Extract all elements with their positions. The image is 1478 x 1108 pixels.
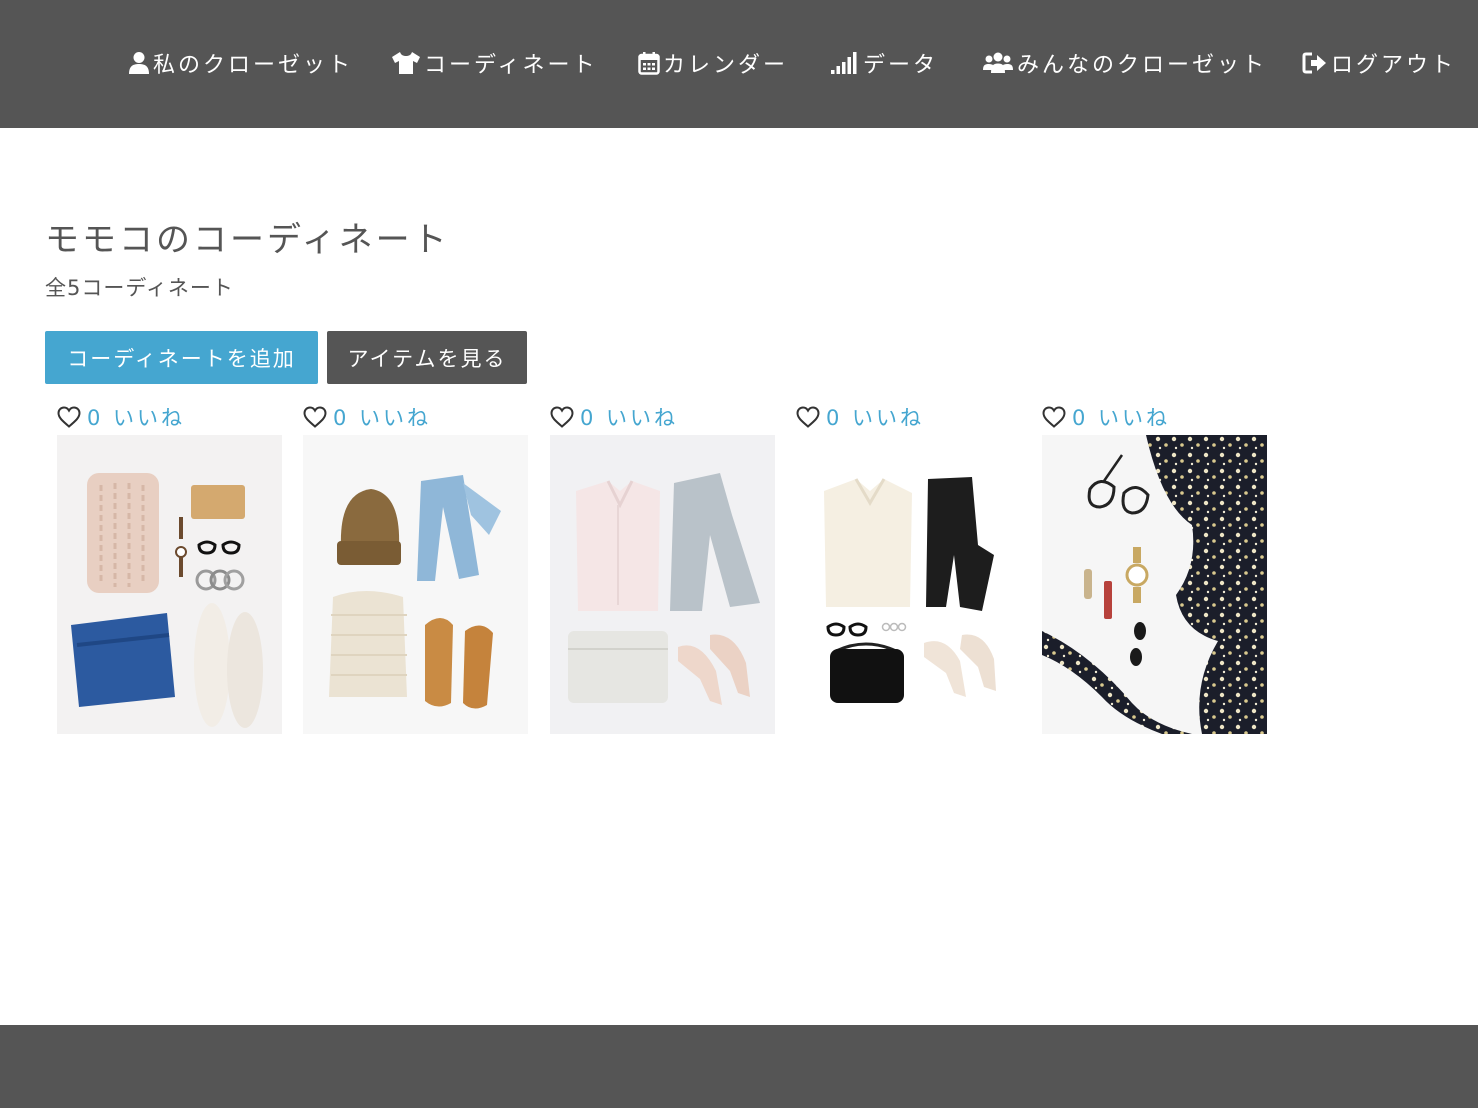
nav-everyone-closet-label: みんなのクローゼット [1017,53,1268,78]
heart-outline-icon[interactable] [550,406,574,428]
nav-data-label: データ [863,53,939,78]
nav-calendar-label: カレンダー [663,53,789,78]
nav-logout-label: ログアウト [1331,53,1457,78]
nav-logout[interactable]: ログアウト [1302,46,1456,80]
like-count[interactable]: 0 いいね [826,402,924,432]
nav-my-closet-label: 私のクローゼット [153,53,354,78]
footer [0,1025,1478,1108]
calendar-icon [638,52,660,75]
outfit-card: 0 いいね [550,402,775,734]
nav-everyone-closet[interactable]: みんなのクローゼット [982,46,1267,80]
like-row: 0 いいね [550,402,678,432]
like-row: 0 いいね [796,402,924,432]
outfit-card: 0 いいね [1042,402,1267,734]
add-coordinate-button[interactable]: コーディネートを追加 [45,331,318,384]
top-navbar: 私のクローゼット コーディネート カレンダー データ みんなのクローゼット ログ… [0,0,1478,128]
nav-my-closet[interactable]: 私のクローゼット [128,46,353,80]
nav-coordinate[interactable]: コーディネート [391,46,597,80]
outfit-photo[interactable] [796,435,1021,734]
nav-coordinate-label: コーディネート [424,53,598,78]
outfit-photo[interactable] [57,435,282,734]
coordinate-count: 全5コーディネート [45,276,234,300]
signal-bars-icon [831,52,857,74]
like-count[interactable]: 0 いいね [580,402,678,432]
users-icon [983,52,1013,73]
outfit-card: 0 いいね [796,402,1021,734]
heart-outline-icon[interactable] [303,406,327,428]
outfit-card: 0 いいね [57,402,282,734]
like-row: 0 いいね [303,402,431,432]
outfit-photo[interactable] [550,435,775,734]
like-count[interactable]: 0 いいね [333,402,431,432]
like-count[interactable]: 0 いいね [87,402,185,432]
page-title: モモコのコーディネート [45,220,450,260]
heart-outline-icon[interactable] [1042,406,1066,428]
view-items-button[interactable]: アイテムを見る [327,331,527,384]
heart-outline-icon[interactable] [796,406,820,428]
tshirt-icon [392,52,420,74]
like-count[interactable]: 0 いいね [1072,402,1170,432]
like-row: 0 いいね [57,402,185,432]
outfit-photo[interactable] [1042,435,1267,734]
nav-calendar[interactable]: カレンダー [638,46,788,80]
user-icon [129,52,149,74]
like-row: 0 いいね [1042,402,1170,432]
heart-outline-icon[interactable] [57,406,81,428]
sign-out-icon [1302,52,1326,74]
outfit-card: 0 いいね [303,402,528,734]
nav-data[interactable]: データ [830,46,938,80]
outfit-photo[interactable] [303,435,528,734]
